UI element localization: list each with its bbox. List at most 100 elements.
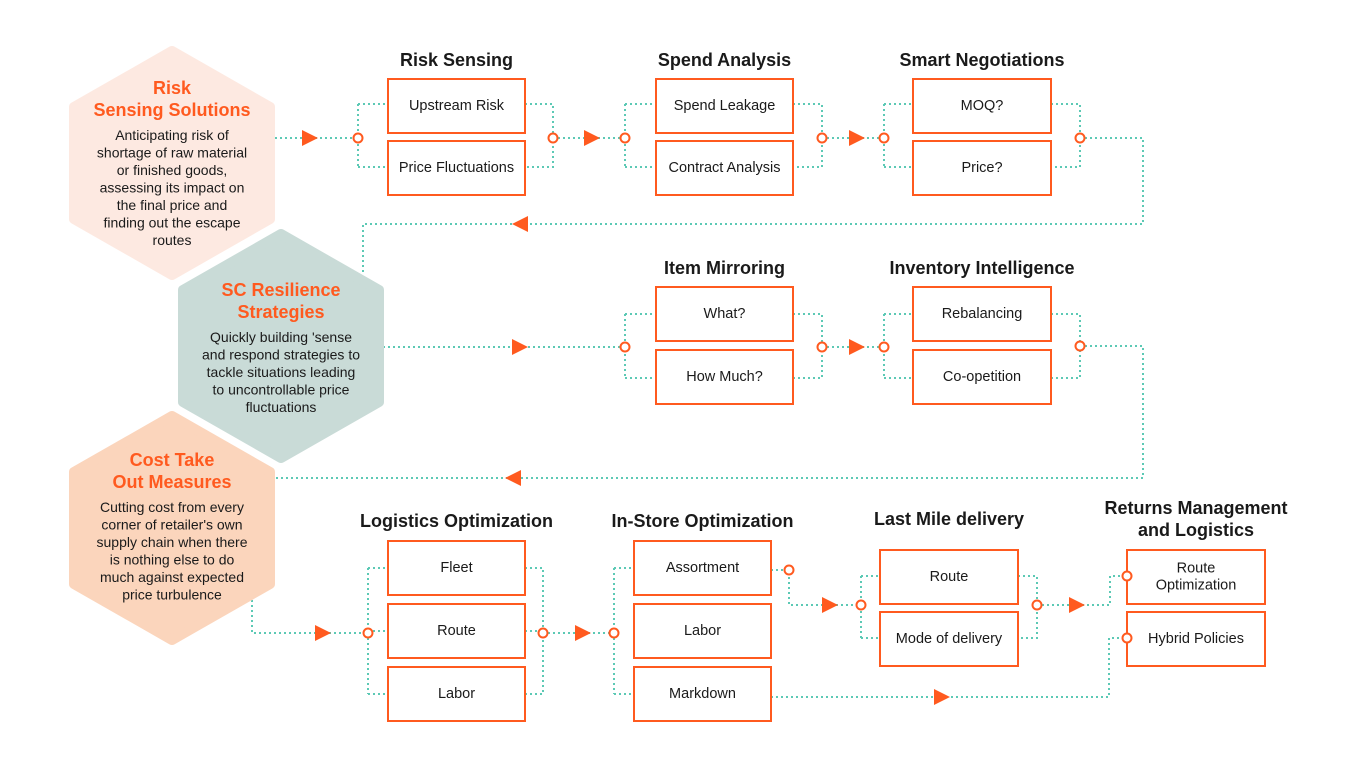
step-label: What? [704, 306, 746, 322]
hexagon-description: shortage of raw material [97, 145, 247, 161]
junction-dot [1121, 570, 1133, 582]
group-title: Inventory Intelligence [889, 258, 1074, 278]
step-box[interactable]: Route [879, 549, 1019, 605]
hexagon-title: Out Measures [112, 472, 231, 492]
step-box[interactable]: Price Fluctuations [387, 140, 526, 196]
arrow-icon [849, 130, 865, 146]
group-risk-sensing: Risk Sensing Upstream Risk Price Fluctuati… [387, 50, 526, 196]
process-diagram: RiskSensing Solutions Anticipating risk o… [69, 46, 1288, 722]
step-label: Route [1177, 560, 1216, 576]
step-box[interactable]: Rebalancing [912, 286, 1052, 342]
step-box[interactable]: Co-opetition [912, 349, 1052, 405]
step-box[interactable]: Upstream Risk [387, 78, 526, 134]
step-label: Markdown [669, 686, 736, 702]
step-label: MOQ? [961, 98, 1004, 114]
junction-dot [878, 341, 890, 353]
step-label: Labor [438, 686, 475, 702]
hexagon-description: the final price and [117, 197, 228, 213]
arrow-icon [1069, 597, 1085, 613]
hexagon-description: supply chain when there [97, 534, 248, 550]
step-box[interactable]: Mode of delivery [879, 611, 1019, 667]
step-box[interactable]: Hybrid Policies [1126, 611, 1266, 667]
junction-dot [608, 627, 620, 639]
group-inventory-intelligence: Inventory Intelligence Rebalancing Co-opet… [889, 258, 1075, 405]
arrow-icon [505, 470, 521, 486]
hexagon-description: fluctuations [246, 399, 317, 415]
junction-dot [878, 132, 890, 144]
hexagon-description: Cutting cost from every [100, 499, 244, 515]
group-smart-negotiations: Smart Negotiations MOQ? Price? [899, 50, 1065, 196]
hexagon-1: RiskSensing Solutions Anticipating risk o… [69, 46, 275, 280]
step-label: Spend Leakage [674, 98, 776, 114]
step-box[interactable]: Markdown [633, 666, 772, 722]
hexagon-description: assessing its impact on [100, 180, 245, 196]
hexagon-title: SC Resilience [221, 280, 340, 300]
step-label: Hybrid Policies [1148, 631, 1244, 647]
step-box[interactable]: MOQ? [912, 78, 1052, 134]
arrow-icon [934, 689, 950, 705]
junction-dot [1031, 599, 1043, 611]
step-box[interactable]: Contract Analysis [655, 140, 794, 196]
step-label: Assortment [666, 560, 739, 576]
step-box[interactable]: Labor [387, 666, 526, 722]
step-box[interactable]: How Much? [655, 349, 794, 405]
group-title: Smart Negotiations [899, 50, 1064, 70]
junction-dot [783, 564, 795, 576]
hexagon-description: much against expected [100, 569, 244, 585]
step-label: Optimization [1156, 577, 1237, 593]
junction-dot [816, 132, 828, 144]
group-returns-management-and-logistics: Returns Managementand Logistics RouteOpti… [1104, 498, 1288, 667]
junction-dot [855, 599, 867, 611]
group-title: Returns Management [1104, 498, 1287, 518]
step-box[interactable]: Route [387, 603, 526, 659]
hexagon-description: Anticipating risk of [115, 127, 229, 143]
step-label: Mode of delivery [896, 631, 1003, 647]
step-box[interactable]: Spend Leakage [655, 78, 794, 134]
step-box[interactable]: Assortment [633, 540, 772, 596]
hexagon-description: routes [153, 232, 192, 248]
hexagon-description: to uncontrollable price [213, 382, 350, 398]
group-title: Last Mile delivery [874, 509, 1024, 529]
step-label: Rebalancing [942, 306, 1023, 322]
junction-dot [619, 132, 631, 144]
junction-dot [1121, 632, 1133, 644]
arrow-icon [849, 339, 865, 355]
group-spend-analysis: Spend Analysis Spend Leakage Contract Anal… [655, 50, 794, 196]
hexagon-description: is nothing else to do [110, 552, 235, 568]
group-logistics-optimization: Logistics Optimization Fleet Route Labor [360, 511, 553, 722]
hexagon-description: tackle situations leading [207, 364, 356, 380]
hexagon-description: finding out the escape [104, 215, 241, 231]
junction-dot [352, 132, 364, 144]
hexagon-description: corner of retailer's own [101, 517, 242, 533]
step-box[interactable]: Fleet [387, 540, 526, 596]
junction-dot [1074, 132, 1086, 144]
hexagon-description: price turbulence [122, 587, 222, 603]
junction-dot [619, 341, 631, 353]
step-box[interactable]: Price? [912, 140, 1052, 196]
group-title: Risk Sensing [400, 50, 513, 70]
group-title: Item Mirroring [664, 258, 785, 278]
hexagon-description: and respond strategies to [202, 347, 360, 363]
arrow-icon [512, 216, 528, 232]
group-title: and Logistics [1138, 520, 1254, 540]
arrow-icon [512, 339, 528, 355]
arrow-icon [575, 625, 591, 641]
hexagon-title: Risk [153, 78, 192, 98]
connector-line [275, 103, 388, 168]
hexagon-title: Strategies [237, 302, 324, 322]
hexagon-description: Quickly building 'sense [210, 329, 352, 345]
group-title: In-Store Optimization [612, 511, 794, 531]
step-label: Upstream Risk [409, 98, 505, 114]
hexagon-3: Cost TakeOut Measures Cutting cost from e… [69, 411, 275, 645]
step-box[interactable]: Labor [633, 603, 772, 659]
step-label: Route [437, 623, 476, 639]
hexagon-title: Sensing Solutions [93, 100, 250, 120]
step-box[interactable]: RouteOptimization [1126, 549, 1266, 605]
arrow-icon [315, 625, 331, 641]
hexagon-description: or finished goods, [117, 162, 228, 178]
step-label: How Much? [686, 369, 763, 385]
step-label: Price? [961, 160, 1002, 176]
junction-dot [362, 627, 374, 639]
group-title: Spend Analysis [658, 50, 791, 70]
step-box[interactable]: What? [655, 286, 794, 342]
